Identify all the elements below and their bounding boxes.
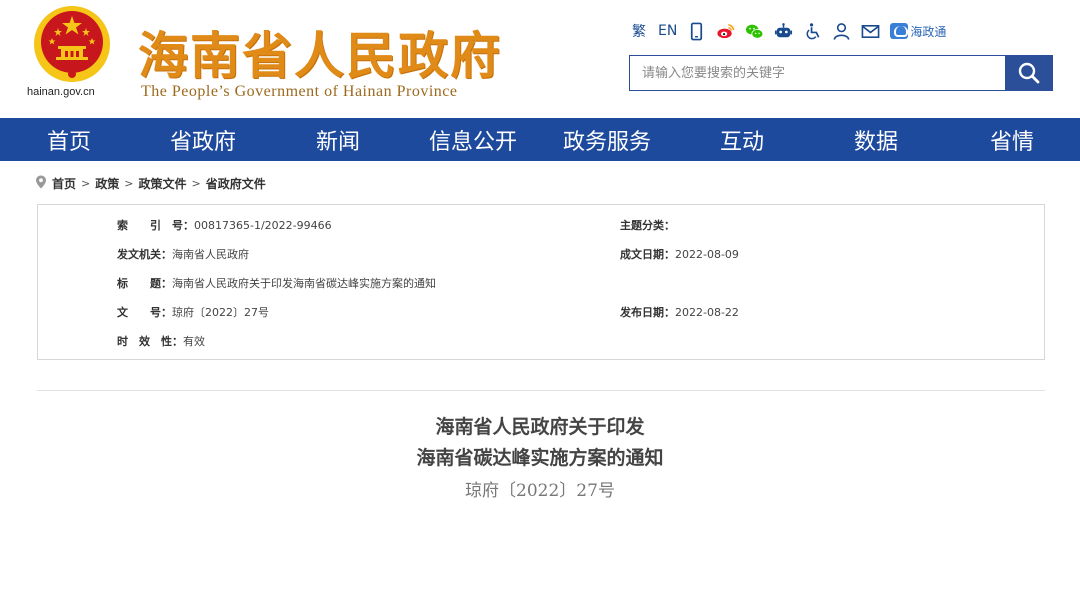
meta-title-label: 标 题： (117, 277, 172, 290)
meta-doc-number-label: 文 号： (117, 306, 172, 319)
search-button[interactable] (1005, 55, 1053, 91)
meta-validity-value: 有效 (183, 335, 205, 348)
meta-publish-date-row: 发布日期： 2022-08-22 (620, 303, 739, 321)
user-icon[interactable] (832, 20, 851, 42)
breadcrumb-policy[interactable]: 政策 (95, 175, 119, 192)
breadcrumb-separator: > (81, 176, 91, 190)
document-metadata-box: 索 引 号： 00817365-1/2022-99466 主题分类： 发文机关：… (37, 204, 1045, 360)
site-header: hainan.gov.cn 海南省人民政府 The People’s Gover… (0, 0, 1080, 118)
meta-validity-label: 时 效 性： (117, 335, 183, 348)
meta-written-date-value: 2022-08-09 (675, 247, 739, 261)
document-title-line-1: 海南省人民政府关于印发 (435, 416, 645, 438)
header-toolbar: 繁 EN 海政通 (630, 20, 946, 42)
english-link[interactable]: EN (658, 20, 677, 42)
national-emblem-icon[interactable] (30, 4, 114, 86)
haizhengtong-icon (890, 23, 909, 39)
breadcrumb-separator: > (124, 176, 134, 190)
main-nav: 首页 省政府 新闻 信息公开 政务服务 互动 数据 省情 (0, 118, 1080, 161)
traditional-chinese-link[interactable]: 繁 (630, 20, 648, 42)
document-number: 琼府〔2022〕27号 (465, 481, 615, 501)
meta-written-date-label: 成文日期： (620, 248, 675, 261)
accessibility-icon[interactable] (803, 20, 822, 42)
meta-title-value: 海南省人民政府关于印发海南省碳达峰实施方案的通知 (172, 277, 436, 290)
robot-icon[interactable] (774, 20, 793, 42)
mail-icon[interactable] (861, 20, 880, 42)
meta-doc-number-value: 琼府〔2022〕27号 (172, 306, 269, 319)
search-icon (1018, 62, 1040, 84)
meta-title-row: 标 题： 海南省人民政府关于印发海南省碳达峰实施方案的通知 (117, 274, 436, 292)
wechat-icon[interactable] (745, 20, 764, 42)
mobile-icon[interactable] (687, 20, 706, 42)
breadcrumb-provincial-documents[interactable]: 省政府文件 (206, 175, 266, 192)
nav-item-data[interactable]: 数据 (808, 118, 944, 161)
location-pin-icon (35, 175, 47, 192)
breadcrumb-home[interactable]: 首页 (52, 175, 76, 192)
haizhengtong-label: 海政通 (910, 24, 947, 39)
nav-item-interaction[interactable]: 互动 (676, 118, 808, 161)
site-title[interactable]: 海南省人民政府 (138, 16, 502, 88)
domain-label: hainan.gov.cn (27, 86, 95, 98)
nav-item-province-overview[interactable]: 省情 (944, 118, 1080, 161)
nav-item-provincial-government[interactable]: 省政府 (138, 118, 268, 161)
meta-publish-date-label: 发布日期： (620, 306, 675, 319)
breadcrumb: 首页 > 政策 > 政策文件 > 省政府文件 (35, 174, 266, 192)
meta-issuer-value: 海南省人民政府 (172, 248, 249, 261)
content-divider (37, 390, 1045, 391)
meta-issuer-label: 发文机关： (117, 248, 172, 261)
meta-validity-row: 时 效 性： 有效 (117, 332, 205, 350)
meta-publish-date-value: 2022-08-22 (675, 305, 739, 319)
breadcrumb-policy-documents[interactable]: 政策文件 (138, 175, 186, 192)
meta-index-value: 00817365-1/2022-99466 (194, 218, 332, 232)
weibo-icon[interactable] (716, 20, 735, 42)
meta-index-label: 索 引 号： (117, 219, 194, 232)
meta-category-row: 主题分类： (620, 216, 675, 234)
nav-item-home[interactable]: 首页 (0, 118, 138, 161)
haizhengtong-link[interactable]: 海政通 (890, 23, 946, 40)
breadcrumb-separator: > (191, 176, 201, 190)
meta-written-date-row: 成文日期： 2022-08-09 (620, 245, 739, 263)
site-subtitle: The People’s Government of Hainan Provin… (141, 83, 458, 100)
search-bar (629, 55, 1053, 91)
nav-item-government-services[interactable]: 政务服务 (538, 118, 676, 161)
meta-category-label: 主题分类： (620, 219, 675, 232)
search-input[interactable] (629, 55, 1005, 91)
meta-index-row: 索 引 号： 00817365-1/2022-99466 (117, 216, 332, 234)
nav-item-news[interactable]: 新闻 (268, 118, 408, 161)
meta-issuer-row: 发文机关： 海南省人民政府 (117, 245, 249, 263)
nav-item-information-disclosure[interactable]: 信息公开 (408, 118, 538, 161)
document-title-line-2: 海南省碳达峰实施方案的通知 (416, 447, 664, 469)
meta-doc-number-row: 文 号： 琼府〔2022〕27号 (117, 303, 269, 321)
